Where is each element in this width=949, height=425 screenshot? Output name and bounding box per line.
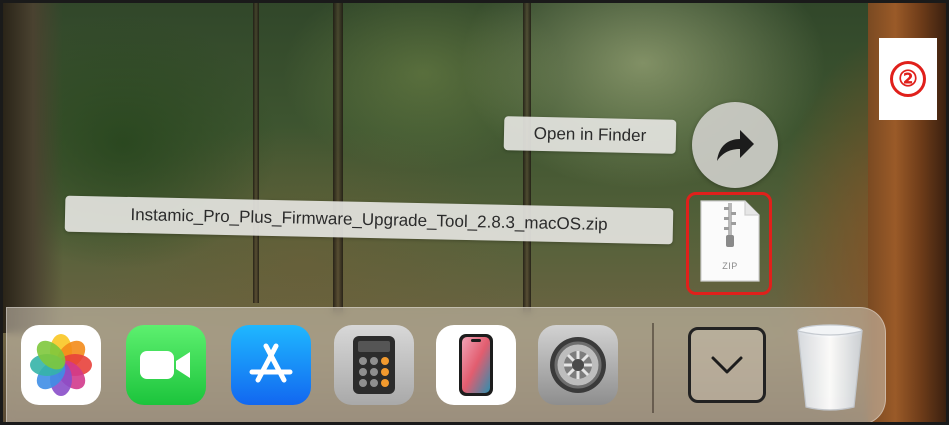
step-number: ② [890,61,926,97]
curved-arrow-icon [717,130,754,161]
step-badge: ② [879,38,937,120]
wallpaper-tree [253,3,259,303]
dock-photos[interactable] [21,325,101,405]
zip-file-type-label: ZIP [722,261,738,271]
dock-facetime[interactable] [126,325,206,405]
open-in-finder-button[interactable]: Open in Finder [503,116,677,154]
wallpaper-tree [523,3,531,313]
dock-divider [652,323,654,413]
wallpaper-tree [333,3,343,313]
dock-calculator[interactable] [334,325,414,405]
trash-icon [797,324,863,411]
system-settings-icon [550,337,606,393]
zip-file-icon[interactable]: ZIP [699,199,761,283]
chevron-down-icon [711,356,743,374]
app-store-icon [249,343,293,383]
photos-icon [30,334,92,396]
dock-system-settings[interactable] [538,325,618,405]
wallpaper-tree-left [3,3,63,333]
facetime-icon [140,351,190,379]
dock-trash[interactable] [792,321,868,413]
iphone-mirroring-icon [459,334,493,396]
open-in-finder-arrow-button[interactable] [692,102,778,188]
screenshot-frame: ② Open in Finder Instamic_Pro_Plus_Firmw… [0,0,949,425]
dock-downloads-stack[interactable] [688,327,766,403]
dock-iphone-mirroring[interactable] [436,325,516,405]
calculator-icon [353,336,395,394]
dock-app-store[interactable] [231,325,311,405]
